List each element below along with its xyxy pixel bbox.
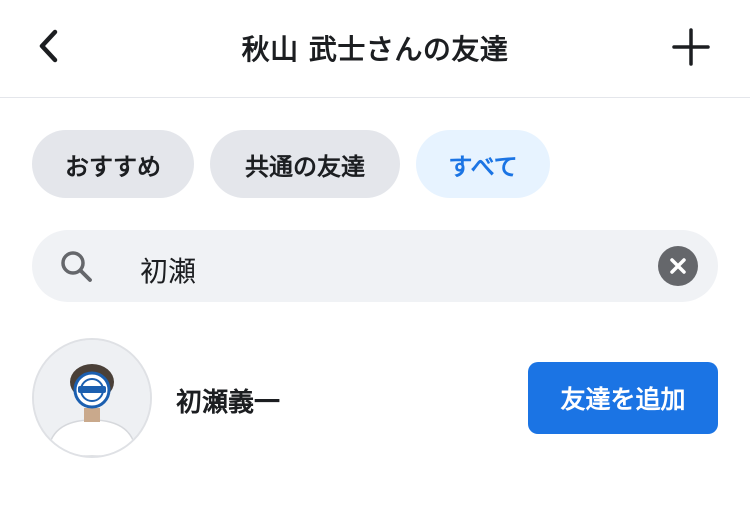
tab-mutual-friends[interactable]: 共通の友達	[210, 130, 400, 198]
search-icon	[61, 251, 92, 282]
clear-icon	[670, 258, 686, 274]
list-item: 初瀬義一 友達を追加	[32, 338, 718, 458]
tab-all[interactable]: すべて	[416, 130, 550, 198]
page-title: 秋山 武士さんの友達	[241, 33, 509, 66]
add-button[interactable]	[668, 24, 714, 70]
friend-name[interactable]: 初瀬義一	[176, 382, 280, 419]
search-bar[interactable]: 初瀬	[32, 230, 718, 302]
avatar-image	[34, 340, 150, 456]
clear-search-button[interactable]	[658, 246, 698, 286]
avatar[interactable]	[32, 338, 152, 458]
header: 秋山 武士さんの友達	[0, 0, 750, 98]
tab-recommended[interactable]: おすすめ	[32, 130, 194, 198]
plus-icon	[672, 28, 710, 66]
add-friend-button[interactable]: 友達を追加	[528, 362, 718, 434]
search-input[interactable]: 初瀬	[140, 250, 196, 290]
